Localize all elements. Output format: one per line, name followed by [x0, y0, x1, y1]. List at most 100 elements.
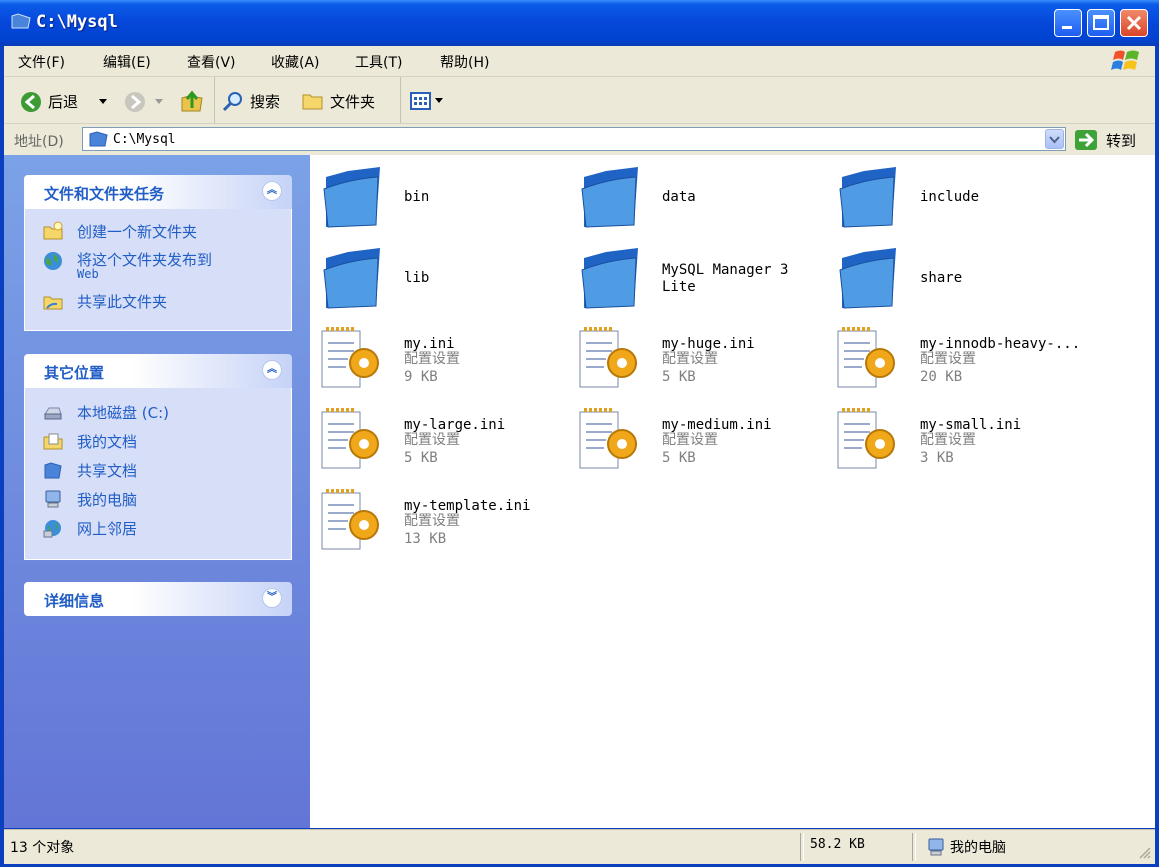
go-label: 转到 [1106, 132, 1137, 150]
item-description: 配置设置 [404, 432, 460, 448]
menu-tools[interactable]: 工具(T) [355, 52, 402, 72]
status-bar: 13 个对象 58.2 KB 我的电脑 [4, 829, 1155, 864]
share-folder-icon [43, 296, 63, 310]
address-input[interactable]: C:\Mysql [82, 127, 1066, 151]
views-button[interactable] [408, 89, 448, 113]
panel-body: 创建一个新文件夹 将这个文件夹发布到 Web 共享此文件夹 [24, 209, 292, 331]
views-icon [410, 92, 431, 110]
address-value: C:\Mysql [113, 132, 176, 147]
item-description: 配置设置 [920, 432, 976, 448]
item-description: 配置设置 [404, 513, 460, 529]
folder-icon [581, 248, 638, 309]
back-button[interactable]: 后退 [18, 87, 118, 115]
config-file-icon [837, 327, 895, 388]
file-item[interactable]: my-small.ini 配置设置 3 KB [836, 406, 1086, 484]
panel-header[interactable]: 其它位置 ︽ [24, 354, 292, 388]
folder-item[interactable]: lib [320, 244, 570, 322]
folder-icon [323, 248, 380, 309]
minimize-button[interactable] [1054, 9, 1082, 37]
panel-header[interactable]: 文件和文件夹任务 ︽ [24, 175, 292, 209]
object-count: 13 个对象 [10, 840, 75, 856]
panel-header[interactable]: 详细信息 ︾ [24, 582, 292, 616]
file-item[interactable]: my-medium.ini 配置设置 5 KB [578, 406, 828, 484]
file-item[interactable]: my-huge.ini 配置设置 5 KB [578, 325, 828, 403]
folder-item[interactable]: share [836, 244, 1086, 322]
folders-button[interactable]: 文件夹 [300, 87, 390, 115]
search-button[interactable]: 搜索 [220, 87, 300, 115]
folder-item[interactable]: MySQL Manager 3 Lite [578, 244, 828, 322]
close-button[interactable] [1120, 9, 1148, 37]
menu-bar: 文件(F) 编辑(E) 查看(V) 收藏(A) 工具(T) 帮助(H) [4, 46, 1155, 77]
config-file-icon [579, 327, 637, 388]
maximize-button[interactable] [1087, 9, 1115, 37]
chevron-up-icon: ︽ [267, 185, 277, 196]
item-size: 5 KB [404, 450, 438, 466]
folder-item[interactable]: bin [320, 163, 570, 241]
menu-edit[interactable]: 编辑(E) [103, 52, 151, 72]
menu-view[interactable]: 查看(V) [187, 52, 236, 72]
folder-icon [89, 131, 108, 147]
folder-item[interactable]: include [836, 163, 1086, 241]
forward-button[interactable] [122, 87, 172, 115]
total-size: 58.2 KB [810, 837, 865, 852]
place-label: 我的文档 [77, 433, 138, 451]
menu-file[interactable]: 文件(F) [18, 52, 65, 72]
details-panel: 详细信息 ︾ [24, 582, 292, 616]
file-item[interactable]: my-template.ini 配置设置 13 KB [320, 487, 570, 565]
expand-button[interactable]: ︾ [262, 588, 282, 608]
address-label: 地址(D) [14, 134, 64, 150]
chevron-down-icon: ︾ [267, 592, 277, 603]
collapse-button[interactable]: ︽ [262, 360, 282, 380]
title-bar[interactable]: C:\Mysql [0, 0, 1159, 46]
file-tasks-panel: 文件和文件夹任务 ︽ 创建一个新文件夹 将这个文件夹发布到 Web 共享此文件夹 [24, 175, 292, 331]
menu-favorites[interactable]: 收藏(A) [271, 52, 320, 72]
toolbar: 后退 搜索 文件夹 [4, 77, 1155, 124]
documents-icon [43, 433, 63, 450]
new-folder-icon [43, 221, 63, 240]
config-file-icon [321, 327, 379, 388]
panel-title: 其它位置 [44, 364, 105, 382]
file-item[interactable]: my.ini 配置设置 9 KB [320, 325, 570, 403]
file-item[interactable]: my-innodb-heavy-... 配置设置 20 KB [836, 325, 1086, 403]
folder-item[interactable]: data [578, 163, 828, 241]
folder-icon [839, 167, 896, 228]
computer-icon [45, 490, 61, 508]
place-label: 网上邻居 [77, 520, 138, 538]
window-title: C:\Mysql [36, 12, 118, 32]
windows-logo-icon [1111, 50, 1139, 70]
item-description: 配置设置 [920, 351, 976, 367]
panel-title: 文件和文件夹任务 [44, 185, 165, 203]
forward-arrow-icon [125, 92, 145, 112]
folder-up-icon[interactable] [180, 89, 204, 113]
task-label: 创建一个新文件夹 [77, 223, 198, 241]
config-file-icon [837, 408, 895, 469]
toolbar-separator [214, 77, 215, 123]
folder-icon [11, 13, 31, 29]
item-size: 13 KB [404, 531, 447, 547]
item-name: lib [404, 270, 430, 286]
resize-grip-icon[interactable] [1136, 844, 1152, 860]
chevron-down-icon [155, 99, 163, 104]
chevron-down-icon [99, 99, 107, 104]
toolbar-separator [400, 77, 401, 123]
menu-help[interactable]: 帮助(H) [440, 52, 489, 72]
file-item[interactable]: my-large.ini 配置设置 5 KB [320, 406, 570, 484]
item-size: 9 KB [404, 369, 438, 385]
folder-icon [581, 167, 638, 228]
collapse-button[interactable]: ︽ [262, 181, 282, 201]
folder-icon [323, 167, 380, 228]
folders-label: 文件夹 [330, 93, 376, 111]
address-dropdown-button[interactable] [1045, 129, 1064, 149]
config-file-icon [321, 489, 379, 550]
network-icon [43, 520, 61, 538]
place-label: 共享文档 [77, 462, 138, 480]
location-label: 我的电脑 [950, 840, 1006, 856]
status-separator [912, 833, 916, 861]
item-size: 5 KB [662, 450, 696, 466]
chevron-up-icon: ︽ [267, 364, 277, 375]
globe-icon [44, 252, 62, 270]
item-name: bin [404, 189, 430, 205]
item-size: 20 KB [920, 369, 963, 385]
explorer-window: C:\Mysql 文件(F) 编辑(E) 查看(V) 收藏(A) 工具(T) 帮… [0, 0, 1159, 867]
task-label: 共享此文件夹 [77, 293, 168, 311]
